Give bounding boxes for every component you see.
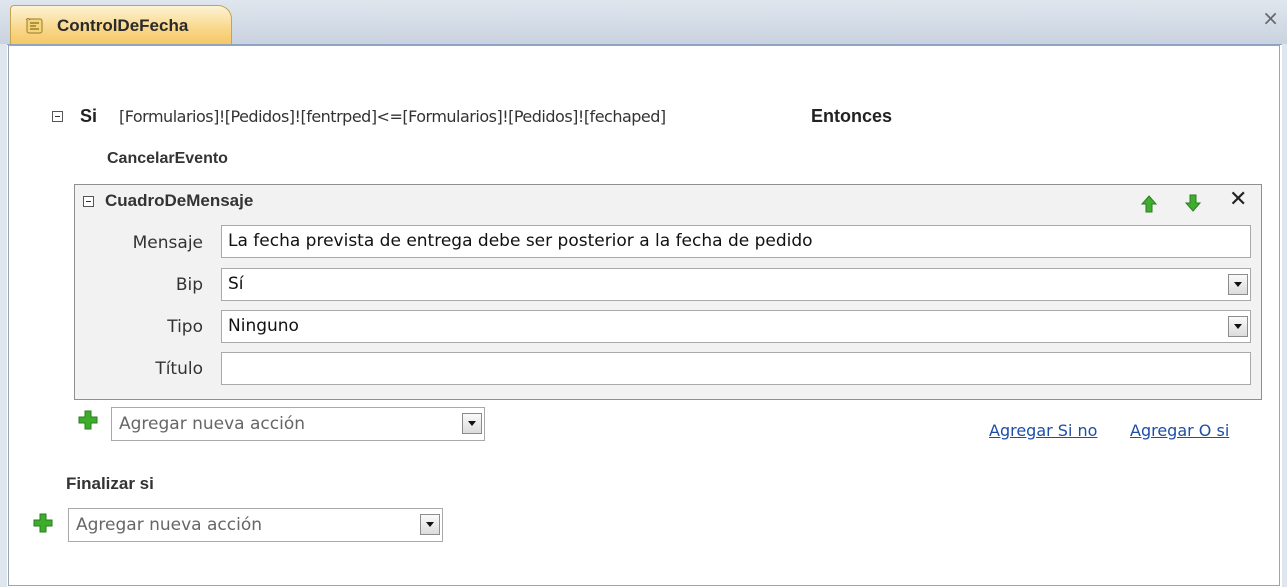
add-else-link[interactable]: Agregar Si no <box>989 421 1097 440</box>
move-down-icon[interactable] <box>1185 194 1201 212</box>
dropdown-arrow-icon[interactable] <box>462 413 482 434</box>
close-icon[interactable]: × <box>1262 8 1279 28</box>
bip-value: Sí <box>228 274 244 294</box>
bip-select[interactable]: Sí <box>221 268 1251 301</box>
document-tab-strip: ControlDeFecha × <box>0 0 1287 45</box>
add-action-outer-placeholder: Agregar nueva acción <box>76 515 262 535</box>
if-keyword: Si <box>80 106 98 126</box>
frame-right <box>1282 44 1287 587</box>
move-up-icon[interactable] <box>1141 195 1157 213</box>
collapse-icon[interactable] <box>52 111 63 122</box>
add-icon[interactable] <box>33 513 53 533</box>
action-cancelarevento[interactable]: CancelarEvento <box>107 150 228 168</box>
add-icon[interactable] <box>78 410 98 430</box>
end-if-keyword: Finalizar si <box>66 474 154 493</box>
titulo-label: Título <box>155 359 203 379</box>
macro-icon <box>25 18 43 34</box>
titulo-field[interactable] <box>221 352 1251 385</box>
mensaje-label: Mensaje <box>132 233 203 253</box>
tipo-value: Ninguno <box>228 316 299 336</box>
tab-title: ControlDeFecha <box>57 16 189 35</box>
bip-label: Bip <box>175 275 203 295</box>
tipo-select[interactable]: Ninguno <box>221 310 1251 343</box>
add-action-inner-select[interactable]: Agregar nueva acción <box>111 407 485 441</box>
tipo-label: Tipo <box>167 317 203 337</box>
msgbox-action-block[interactable]: CuadroDeMensaje ✕ Mensaje La fecha previ… <box>74 184 1262 400</box>
add-action-outer-select[interactable]: Agregar nueva acción <box>68 508 443 542</box>
add-action-inner-placeholder: Agregar nueva acción <box>119 414 305 434</box>
add-elseif-link[interactable]: Agregar O si <box>1130 421 1229 440</box>
msgbox-action-title: CuadroDeMensaje <box>105 191 254 210</box>
collapse-icon[interactable] <box>83 196 94 207</box>
delete-icon[interactable]: ✕ <box>1229 187 1247 212</box>
dropdown-arrow-icon[interactable] <box>420 514 440 535</box>
tab-controldefecha[interactable]: ControlDeFecha <box>10 5 232 44</box>
if-condition[interactable]: [Formularios]![Pedidos]![fentrped]<=[For… <box>119 107 666 126</box>
mensaje-field[interactable]: La fecha prevista de entrega debe ser po… <box>221 225 1251 258</box>
dropdown-arrow-icon[interactable] <box>1228 274 1248 295</box>
frame-left <box>0 44 7 587</box>
dropdown-arrow-icon[interactable] <box>1228 316 1248 337</box>
then-keyword: Entonces <box>811 106 893 126</box>
